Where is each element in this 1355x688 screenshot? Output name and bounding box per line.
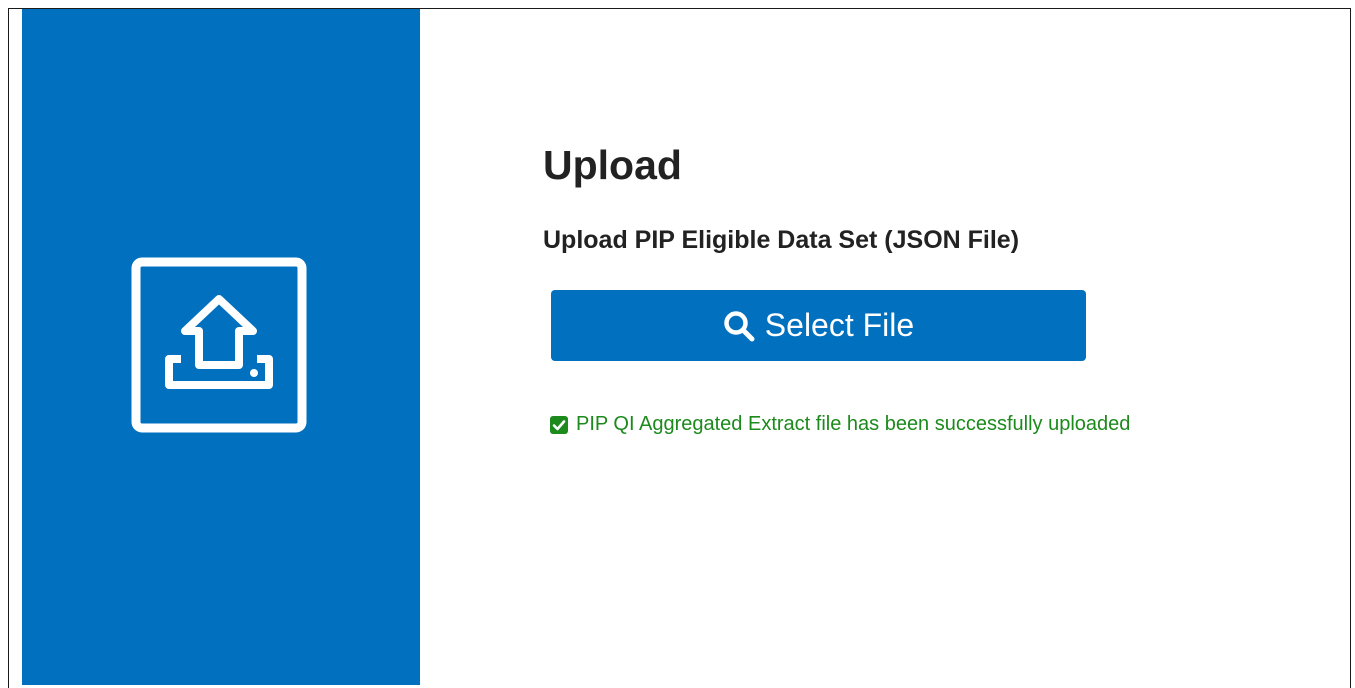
status-message: PIP QI Aggregated Extract file has been … (576, 413, 1131, 435)
select-file-label: Select File (764, 307, 915, 343)
upload-status: PIP QI Aggregated Extract file has been … (550, 413, 1130, 436)
side-panel (22, 9, 420, 685)
search-icon (724, 310, 755, 341)
select-file-button[interactable]: Select File (551, 290, 1086, 361)
upload-subtitle: Upload PIP Eligible Data Set (JSON File) (543, 226, 1020, 254)
page-title: Upload (543, 142, 682, 188)
upload-tray-icon (131, 257, 307, 433)
check-square-icon (550, 415, 568, 434)
upload-panel: Upload Upload PIP Eligible Data Set (JSO… (420, 9, 1350, 685)
